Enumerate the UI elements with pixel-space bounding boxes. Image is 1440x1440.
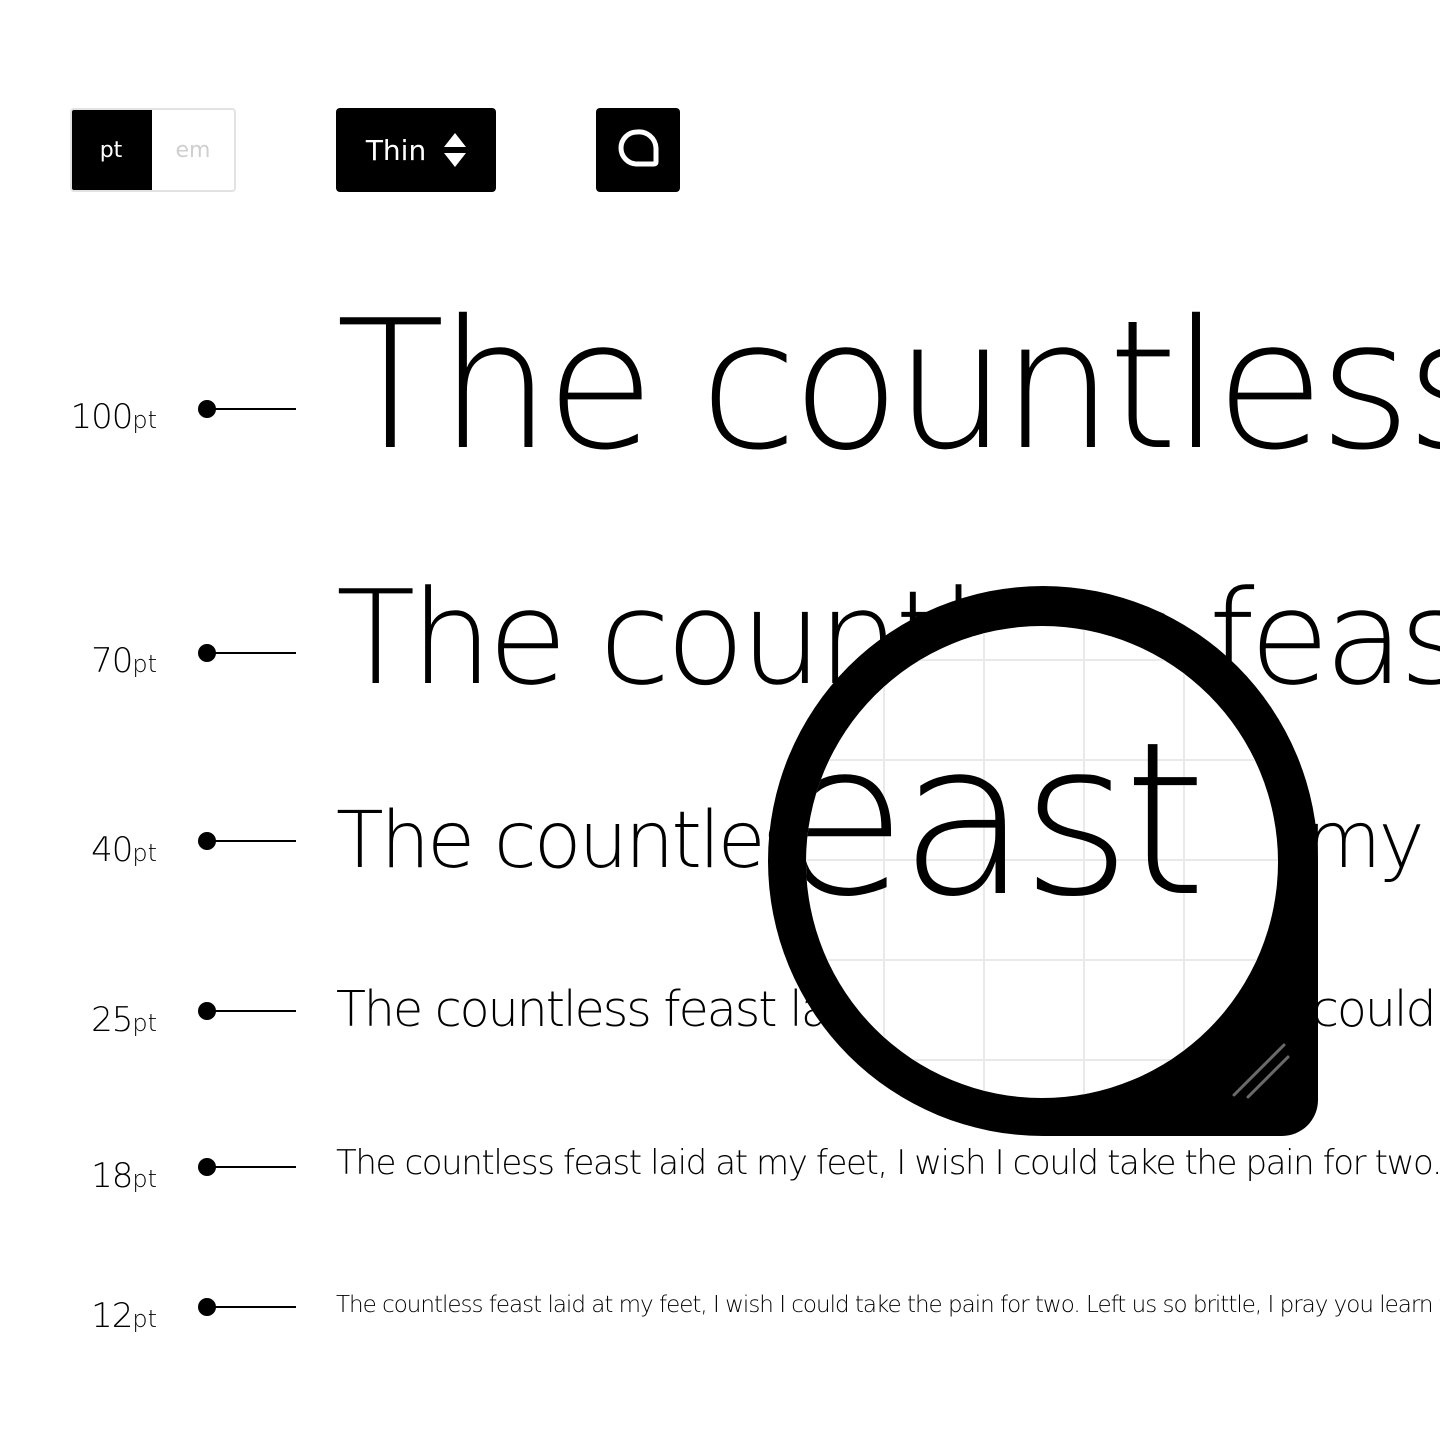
size-value: 100 [70,397,133,437]
size-label: 12pt [91,1296,157,1336]
size-label: 18pt [91,1156,157,1196]
size-unit: pt [132,1165,157,1193]
weight-select[interactable]: Thin [336,108,496,192]
size-value: 25 [91,1000,133,1040]
sample-text: The countless [336,282,1440,489]
weight-select-label: Thin [365,133,427,167]
size-label: 70pt [91,641,157,681]
size-label: 25pt [91,1000,157,1040]
size-value: 40 [91,830,133,870]
size-unit: pt [132,1305,157,1333]
size-value: 18 [91,1156,133,1196]
size-label: 100pt [70,397,157,437]
size-unit: pt [132,1009,157,1037]
size-guide-line [207,840,296,842]
size-unit: pt [132,839,157,867]
size-unit: pt [132,406,157,434]
size-guide-line [207,1010,296,1012]
unit-option-pt[interactable]: pt [72,110,152,190]
size-label: 40pt [91,830,157,870]
magnifier-toggle-button[interactable] [596,108,680,192]
size-value: 12 [91,1296,133,1336]
unit-option-em[interactable]: em [152,110,234,190]
unit-toggle: pt em [70,108,236,192]
magnifier-loupe[interactable]: feast laid a [768,586,1318,1136]
size-guide-line [207,408,296,410]
up-down-arrows-icon [444,133,467,167]
size-guide-line [207,1166,296,1168]
size-guide-line [207,652,296,654]
sample-text: The countless feast laid at my feet, I w… [336,1143,1440,1183]
sample-text: The countless feast laid at my feet, I w… [336,1292,1440,1318]
magnifier-icon [616,128,660,173]
size-unit: pt [132,650,157,678]
size-value: 70 [91,641,133,681]
magnified-text: feast laid a [806,696,1278,943]
magnifier-lens: feast laid a [806,626,1278,1098]
lens-glint-icon [1226,1035,1296,1110]
size-guide-line [207,1306,296,1308]
